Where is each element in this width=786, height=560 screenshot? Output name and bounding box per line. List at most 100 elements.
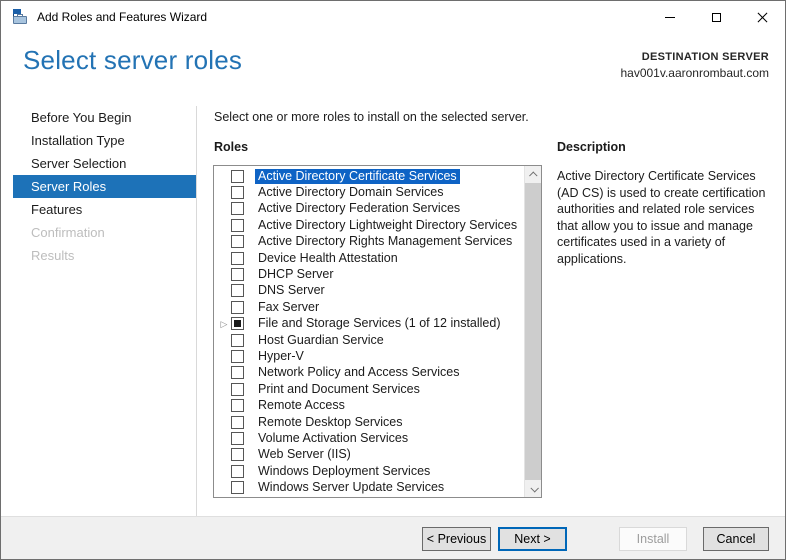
role-label[interactable]: Active Directory Federation Services bbox=[255, 201, 463, 216]
roles-listbox[interactable]: ▷Active Directory Certificate Services▷A… bbox=[213, 165, 542, 498]
role-checkbox[interactable] bbox=[231, 382, 244, 396]
chevron-up-icon bbox=[528, 170, 538, 180]
role-label[interactable]: Device Health Attestation bbox=[255, 251, 401, 266]
expand-arrow-icon[interactable]: ▷ bbox=[219, 319, 229, 329]
destination-server-label: DESTINATION SERVER bbox=[641, 51, 769, 63]
destination-server-block: DESTINATION SERVER hav001v.aaronrombaut.… bbox=[620, 51, 769, 80]
sidebar-item-confirmation: Confirmation bbox=[31, 225, 105, 240]
role-label[interactable]: Remote Access bbox=[255, 398, 348, 413]
role-row[interactable]: ▷Remote Access bbox=[214, 397, 524, 413]
role-row[interactable]: ▷Windows Server Update Services bbox=[214, 479, 524, 495]
scroll-up-button[interactable] bbox=[525, 166, 541, 183]
maximize-button[interactable] bbox=[693, 1, 739, 33]
role-checkbox[interactable] bbox=[231, 317, 244, 331]
role-row[interactable]: ▷Remote Desktop Services bbox=[214, 414, 524, 430]
role-row[interactable]: ▷DHCP Server bbox=[214, 266, 524, 282]
role-checkbox[interactable] bbox=[231, 251, 244, 265]
role-row[interactable]: ▷Host Guardian Service bbox=[214, 332, 524, 348]
role-checkbox[interactable] bbox=[231, 481, 244, 495]
role-label[interactable]: Web Server (IIS) bbox=[255, 447, 354, 462]
role-row[interactable]: ▷Fax Server bbox=[214, 299, 524, 315]
role-checkbox[interactable] bbox=[231, 349, 244, 363]
destination-server-name: hav001v.aaronrombaut.com bbox=[620, 66, 769, 80]
role-row[interactable]: ▷Web Server (IIS) bbox=[214, 447, 524, 463]
sidebar-item-server-selection[interactable]: Server Selection bbox=[1, 152, 196, 175]
role-row[interactable]: ▷Active Directory Lightweight Directory … bbox=[214, 217, 524, 233]
minimize-button[interactable] bbox=[647, 1, 693, 33]
description-text: Active Directory Certificate Services (A… bbox=[557, 169, 766, 266]
role-row[interactable]: ▷Active Directory Certificate Services bbox=[214, 168, 524, 184]
role-label[interactable]: Hyper-V bbox=[255, 349, 307, 364]
role-row[interactable]: ▷Device Health Attestation bbox=[214, 250, 524, 266]
wizard-steps-sidebar: Before You Begin Installation Type Server … bbox=[1, 106, 197, 516]
wizard-window: Add Roles and Features Wizard Select ser… bbox=[0, 0, 786, 560]
install-button: Install bbox=[619, 527, 687, 551]
window-controls bbox=[647, 1, 785, 33]
roles-instruction-text: Select one or more roles to install on t… bbox=[214, 110, 529, 124]
close-button[interactable] bbox=[739, 1, 785, 33]
scroll-down-button[interactable] bbox=[525, 480, 541, 497]
role-label[interactable]: Network Policy and Access Services bbox=[255, 365, 462, 380]
role-checkbox[interactable] bbox=[231, 284, 244, 298]
role-checkbox[interactable] bbox=[231, 186, 244, 200]
minimize-icon bbox=[665, 16, 675, 18]
sidebar-item-installation-type[interactable]: Installation Type bbox=[1, 129, 196, 152]
role-checkbox[interactable] bbox=[231, 333, 244, 347]
role-label[interactable]: Host Guardian Service bbox=[255, 333, 387, 348]
role-row[interactable]: ▷Print and Document Services bbox=[214, 381, 524, 397]
role-checkbox[interactable] bbox=[231, 448, 244, 462]
role-row[interactable]: ▷Windows Deployment Services bbox=[214, 463, 524, 479]
role-label[interactable]: Active Directory Domain Services bbox=[255, 185, 446, 200]
role-checkbox[interactable] bbox=[231, 464, 244, 478]
close-icon bbox=[757, 12, 768, 23]
sidebar-item-results: Results bbox=[31, 248, 75, 263]
role-label[interactable]: Windows Deployment Services bbox=[255, 464, 433, 479]
role-checkbox[interactable] bbox=[231, 300, 244, 314]
role-row[interactable]: ▷Hyper-V bbox=[214, 348, 524, 364]
role-row[interactable]: ▷Volume Activation Services bbox=[214, 430, 524, 446]
next-button[interactable]: Next > bbox=[498, 527, 567, 551]
role-label[interactable]: DHCP Server bbox=[255, 267, 336, 282]
role-row[interactable]: ▷DNS Server bbox=[214, 283, 524, 299]
role-checkbox[interactable] bbox=[231, 366, 244, 380]
role-row[interactable]: ▷Active Directory Federation Services bbox=[214, 201, 524, 217]
role-checkbox[interactable] bbox=[231, 235, 244, 249]
sidebar-item-server-roles[interactable]: Server Roles bbox=[13, 175, 196, 198]
title-bar: Add Roles and Features Wizard bbox=[1, 1, 785, 33]
role-label[interactable]: Active Directory Rights Management Servi… bbox=[255, 234, 515, 249]
maximize-icon bbox=[711, 12, 721, 22]
page-title: Select server roles bbox=[23, 45, 243, 75]
role-row[interactable]: ▷Active Directory Domain Services bbox=[214, 184, 524, 200]
role-checkbox[interactable] bbox=[231, 202, 244, 216]
role-checkbox[interactable] bbox=[231, 268, 244, 282]
role-row[interactable]: ▷ File and Storage Services (1 of 12 inst… bbox=[214, 316, 524, 332]
role-row[interactable]: ▷Active Directory Rights Management Serv… bbox=[214, 234, 524, 250]
role-label[interactable]: Remote Desktop Services bbox=[255, 415, 406, 430]
description-title: Description bbox=[557, 140, 626, 154]
cancel-button[interactable]: Cancel bbox=[703, 527, 769, 551]
window-title: Add Roles and Features Wizard bbox=[37, 10, 208, 24]
role-checkbox[interactable] bbox=[231, 218, 244, 232]
role-label[interactable]: Windows Server Update Services bbox=[255, 480, 447, 495]
role-label[interactable]: Active Directory Lightweight Directory S… bbox=[255, 218, 520, 233]
role-label[interactable]: Fax Server bbox=[255, 300, 322, 315]
roles-list-label: Roles bbox=[214, 140, 249, 154]
previous-button[interactable]: < Previous bbox=[422, 527, 491, 551]
role-checkbox[interactable] bbox=[231, 431, 244, 445]
role-checkbox[interactable] bbox=[231, 415, 244, 429]
role-checkbox[interactable] bbox=[231, 399, 244, 413]
role-label[interactable]: Volume Activation Services bbox=[255, 431, 411, 446]
add-roles-wizard-icon bbox=[12, 9, 28, 25]
role-checkbox[interactable] bbox=[231, 169, 244, 183]
role-label[interactable]: File and Storage Services (1 of 12 insta… bbox=[255, 316, 504, 331]
scrollbar-thumb[interactable] bbox=[525, 183, 541, 480]
role-label[interactable]: Active Directory Certificate Services bbox=[255, 168, 460, 184]
role-row[interactable]: ▷Network Policy and Access Services bbox=[214, 365, 524, 381]
roles-scrollbar[interactable] bbox=[524, 166, 541, 497]
role-label[interactable]: DNS Server bbox=[255, 283, 328, 298]
footer-bar: < Previous Next > Install Cancel bbox=[1, 516, 785, 559]
sidebar-item-before-you-begin[interactable]: Before You Begin bbox=[1, 106, 196, 129]
sidebar-item-features[interactable]: Features bbox=[1, 198, 196, 221]
role-label[interactable]: Print and Document Services bbox=[255, 382, 423, 397]
chevron-down-icon bbox=[529, 483, 539, 493]
